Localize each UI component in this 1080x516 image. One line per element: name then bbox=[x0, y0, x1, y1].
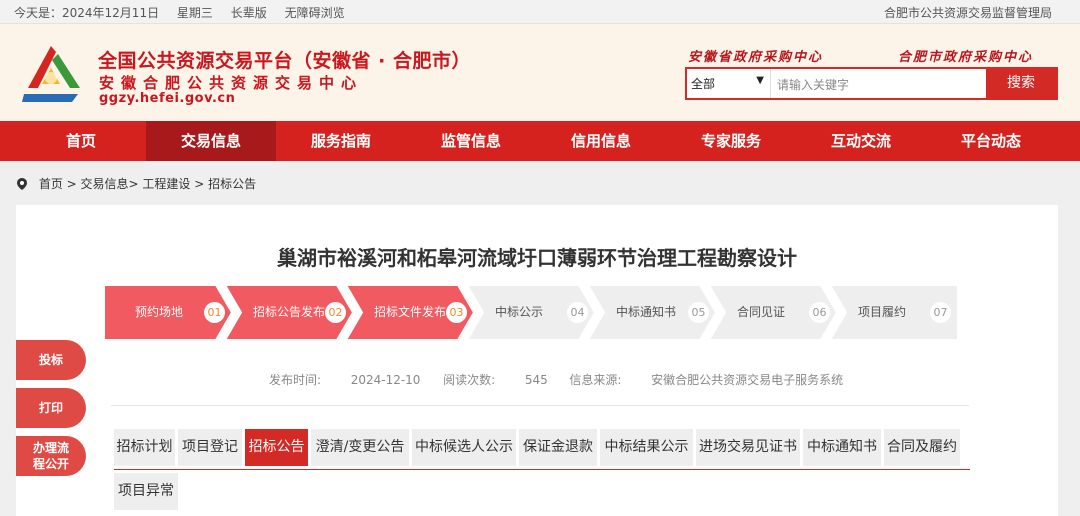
search-button[interactable]: 搜索 bbox=[986, 69, 1056, 98]
supervision-bureau-link[interactable]: 合肥市公共资源交易监督管理局 bbox=[884, 4, 1052, 21]
search-scope-value: 全部 bbox=[691, 77, 716, 91]
process-step-number: 04 bbox=[567, 302, 588, 323]
process-disclosure-label-1: 办理流 bbox=[32, 441, 69, 455]
process-step-label: 项目履约 bbox=[858, 305, 907, 319]
tab-contract[interactable]: 合同及履约 bbox=[884, 429, 960, 466]
city-procurement-link[interactable]: 合肥市政府采购中心 bbox=[898, 46, 1033, 65]
main-nav: 首页 交易信息 服务指南 监管信息 信用信息 专家服务 互动交流 平台动态 bbox=[0, 121, 1080, 161]
top-info-bar: 今天是：2024年12月11日 星期三 长辈版 无障碍浏览 合肥市公共资源交易监… bbox=[0, 0, 1080, 24]
process-step-label: 中标公示 bbox=[495, 305, 544, 319]
article-meta: 发布时间: 2024-12-10 阅读次数: 545 信息来源: 安徽合肥公共资… bbox=[269, 371, 843, 388]
today-date: 今天是：2024年12月11日 bbox=[14, 6, 160, 20]
breadcrumb: 首页 > 交易信息> 工程建设 > 招标公告 bbox=[17, 175, 256, 192]
process-step-label: 中标通知书 bbox=[616, 305, 677, 319]
elder-mode-link[interactable]: 长辈版 bbox=[231, 6, 267, 20]
tab-underline bbox=[114, 469, 970, 470]
process-step-number: 06 bbox=[809, 302, 830, 323]
search-scope-select[interactable]: 全部 ▼ bbox=[687, 69, 771, 98]
publish-label: 发布时间: bbox=[269, 373, 322, 387]
tab-project-registration[interactable]: 项目登记 bbox=[178, 429, 242, 466]
tab-tender-notice[interactable]: 招标公告 bbox=[245, 429, 308, 466]
process-step-label: 合同见证 bbox=[737, 305, 786, 319]
process-step-5: 中标通知书 05 bbox=[588, 285, 716, 340]
process-step-label: 招标文件发布 bbox=[374, 305, 447, 319]
process-step-6: 合同见证 06 bbox=[709, 285, 837, 340]
tab-award-notice[interactable]: 中标通知书 bbox=[803, 429, 881, 466]
nav-item-expert[interactable]: 专家服务 bbox=[666, 121, 796, 161]
location-pin-icon bbox=[17, 178, 27, 190]
site-url: ggzy.hefei.gov.cn bbox=[99, 91, 236, 106]
process-steps: 预约场地 01 招标公告发布 02 招标文件发布 03 中标公示 04 中标通知书 05 合同见证 0… bbox=[104, 285, 968, 340]
divider bbox=[111, 405, 969, 406]
process-step-number: 05 bbox=[688, 302, 709, 323]
source-value: 安徽合肥公共资源交易电子服务系统 bbox=[651, 373, 844, 387]
chevron-down-icon: ▼ bbox=[756, 75, 764, 86]
site-logo-icon[interactable] bbox=[18, 44, 84, 106]
article-card: 巢湖市裕溪河和柘皋河流域圩口薄弱环节治理工程勘察设计 预约场地 01 招标公告发布 0… bbox=[16, 205, 1058, 516]
nav-item-trade-info[interactable]: 交易信息 bbox=[146, 121, 276, 161]
process-disclosure-label-2: 程公开 bbox=[32, 457, 69, 471]
tab-bid-plan[interactable]: 招标计划 bbox=[114, 429, 175, 466]
search-bar: 全部 ▼ 请输入关键字 搜索 bbox=[685, 67, 1058, 100]
process-disclosure-button[interactable]: 办理流 程公开 bbox=[16, 436, 86, 476]
reads-label: 阅读次数: bbox=[443, 373, 496, 387]
process-step-label: 招标公告发布 bbox=[253, 305, 326, 319]
search-input[interactable]: 请输入关键字 bbox=[777, 76, 849, 93]
nav-item-news[interactable]: 平台动态 bbox=[926, 121, 1056, 161]
nav-item-supervision[interactable]: 监管信息 bbox=[406, 121, 536, 161]
process-step-3: 招标文件发布 03 bbox=[346, 285, 474, 340]
process-step-label: 预约场地 bbox=[135, 305, 184, 319]
province-procurement-link[interactable]: 安徽省政府采购中心 bbox=[688, 46, 823, 65]
tab-deposit-refund[interactable]: 保证金退款 bbox=[519, 429, 597, 466]
process-step-7: 项目履约 07 bbox=[830, 285, 958, 340]
article-title: 巢湖市裕溪河和柘皋河流域圩口薄弱环节治理工程勘察设计 bbox=[277, 246, 797, 270]
bid-button[interactable]: 投标 bbox=[16, 340, 86, 380]
weekday: 星期三 bbox=[176, 6, 213, 20]
process-step-4: 中标公示 04 bbox=[467, 285, 595, 340]
process-step-number: 02 bbox=[325, 302, 346, 323]
breadcrumb-text[interactable]: 首页 > 交易信息> 工程建设 > 招标公告 bbox=[39, 177, 256, 191]
nav-item-service-guide[interactable]: 服务指南 bbox=[276, 121, 406, 161]
source-label: 信息来源: bbox=[569, 373, 622, 387]
process-step-number: 07 bbox=[930, 302, 951, 323]
process-step-1: 预约场地 01 bbox=[104, 285, 232, 340]
site-title: 全国公共资源交易平台（安徽省 · 合肥市） bbox=[98, 50, 471, 72]
nav-item-interaction[interactable]: 互动交流 bbox=[796, 121, 926, 161]
reads-count: 545 bbox=[524, 373, 548, 387]
accessibility-link[interactable]: 无障碍浏览 bbox=[285, 6, 345, 20]
publish-date: 2024-12-10 bbox=[350, 373, 421, 387]
print-button[interactable]: 打印 bbox=[16, 388, 86, 428]
tab-witness-certificate[interactable]: 进场交易见证书 bbox=[696, 429, 800, 466]
process-step-number: 01 bbox=[204, 302, 225, 323]
nav-item-credit[interactable]: 信用信息 bbox=[536, 121, 666, 161]
tab-project-exception[interactable]: 项目异常 bbox=[114, 473, 178, 510]
tab-candidate-notice[interactable]: 中标候选人公示 bbox=[412, 429, 516, 466]
site-subtitle: 安徽合肥公共资源交易中心 bbox=[99, 74, 364, 92]
site-header: 全国公共资源交易平台（安徽省 · 合肥市） 安徽合肥公共资源交易中心 ggzy.… bbox=[0, 24, 1080, 121]
tab-result-notice[interactable]: 中标结果公示 bbox=[600, 429, 693, 466]
tab-clarification[interactable]: 澄清/变更公告 bbox=[311, 429, 409, 466]
process-step-2: 招标公告发布 02 bbox=[225, 285, 353, 340]
nav-item-home[interactable]: 首页 bbox=[16, 121, 146, 161]
process-step-number: 03 bbox=[446, 302, 467, 323]
